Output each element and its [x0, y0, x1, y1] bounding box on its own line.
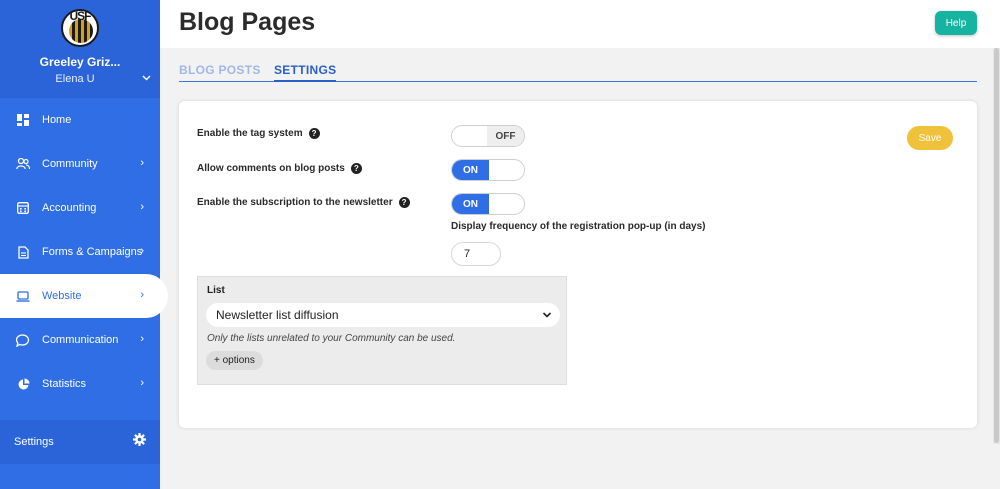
help-question-icon[interactable]: ?	[308, 128, 320, 139]
chevron-right-icon: ›	[140, 333, 144, 345]
sidebar-item-home[interactable]: Home	[0, 98, 160, 142]
sidebar-item-label: Forms & Campaigns	[42, 246, 143, 258]
sidebar-item-label: Website	[42, 290, 82, 302]
chat-icon	[16, 333, 30, 347]
page-title: Blog Pages	[179, 8, 316, 36]
organization-name: Greeley Griz...	[39, 55, 121, 69]
chevron-down-icon	[542, 308, 552, 325]
chevron-right-icon: ›	[140, 245, 144, 257]
frequency-label: Display frequency of the registration po…	[451, 221, 706, 232]
scrollbar-thumb[interactable]	[994, 48, 999, 443]
sidebar-item-community[interactable]: Community ›	[0, 142, 160, 186]
sidebar-item-website[interactable]: Website ›	[0, 274, 168, 318]
tab-settings[interactable]: SETTINGS	[274, 63, 337, 82]
newsletter-toggle[interactable]: ON	[451, 193, 525, 215]
list-panel: List Newsletter list diffusion Only the …	[197, 276, 567, 385]
toggle-state-label: ON	[452, 194, 489, 214]
save-button[interactable]: Save	[907, 126, 953, 150]
sidebar-nav: Home Community › Accounting › Forms & Ca…	[0, 98, 168, 406]
chevron-down-icon[interactable]	[142, 73, 151, 84]
user-name[interactable]: Elena U	[0, 73, 150, 85]
help-question-icon[interactable]: ?	[398, 197, 410, 208]
help-button[interactable]: Help	[935, 11, 977, 35]
list-label: List	[207, 285, 225, 296]
chevron-right-icon: ›	[140, 289, 144, 301]
toggle-state-label: OFF	[487, 126, 524, 146]
list-selected-value: Newsletter list diffusion	[216, 308, 339, 322]
sidebar-settings-label: Settings	[14, 436, 54, 448]
sidebar-item-label: Communication	[42, 334, 119, 346]
organization-logo: USF	[61, 9, 99, 47]
people-icon	[16, 157, 30, 171]
help-question-icon[interactable]: ?	[350, 163, 362, 174]
comments-row: Allow comments on blog posts ?	[197, 163, 362, 174]
sidebar: USF Greeley Griz... Elena U Home Communi…	[0, 0, 168, 489]
settings-card: Enable the tag system ? OFF Allow commen…	[179, 101, 977, 428]
calculator-icon	[16, 201, 30, 215]
toggle-state-label: ON	[452, 160, 489, 180]
sidebar-item-statistics[interactable]: Statistics ›	[0, 362, 160, 406]
laptop-icon	[16, 289, 30, 303]
gear-icon[interactable]	[133, 433, 146, 449]
options-button[interactable]: + options	[206, 351, 263, 370]
sidebar-item-label: Accounting	[42, 202, 97, 214]
home-grid-icon	[16, 113, 30, 127]
sidebar-item-communication[interactable]: Communication ›	[0, 318, 160, 362]
newsletter-row: Enable the subscription to the newslette…	[197, 197, 410, 208]
list-select[interactable]: Newsletter list diffusion	[206, 303, 560, 327]
tab-blog-posts[interactable]: BLOG POSTS	[179, 63, 261, 77]
tab-bar: BLOG POSTS SETTINGS	[179, 60, 977, 82]
pie-chart-icon	[16, 377, 30, 391]
list-note: Only the lists unrelated to your Communi…	[207, 333, 456, 344]
sidebar-item-accounting[interactable]: Accounting ›	[0, 186, 160, 230]
tag-system-row: Enable the tag system ?	[197, 128, 320, 139]
document-icon	[16, 245, 30, 259]
tag-system-toggle[interactable]: OFF	[451, 125, 525, 147]
chevron-right-icon: ›	[140, 377, 144, 389]
comments-toggle[interactable]: ON	[451, 159, 525, 181]
page-header: Blog Pages Help	[160, 0, 1000, 48]
sidebar-item-label: Home	[42, 114, 72, 126]
sidebar-item-label: Statistics	[42, 378, 87, 390]
tag-system-label: Enable the tag system	[197, 128, 303, 139]
frequency-input[interactable]: 7	[451, 242, 501, 266]
chevron-right-icon: ›	[140, 201, 144, 213]
newsletter-label: Enable the subscription to the newslette…	[197, 197, 393, 208]
sidebar-item-label: Community	[42, 158, 98, 170]
sidebar-item-forms-campaigns[interactable]: Forms & Campaigns ›	[0, 230, 160, 274]
logo-monogram: USF	[69, 9, 92, 23]
sidebar-header: USF Greeley Griz... Elena U	[0, 0, 160, 98]
comments-label: Allow comments on blog posts	[197, 163, 345, 174]
chevron-right-icon: ›	[140, 157, 144, 169]
sidebar-settings[interactable]: Settings	[0, 420, 160, 464]
